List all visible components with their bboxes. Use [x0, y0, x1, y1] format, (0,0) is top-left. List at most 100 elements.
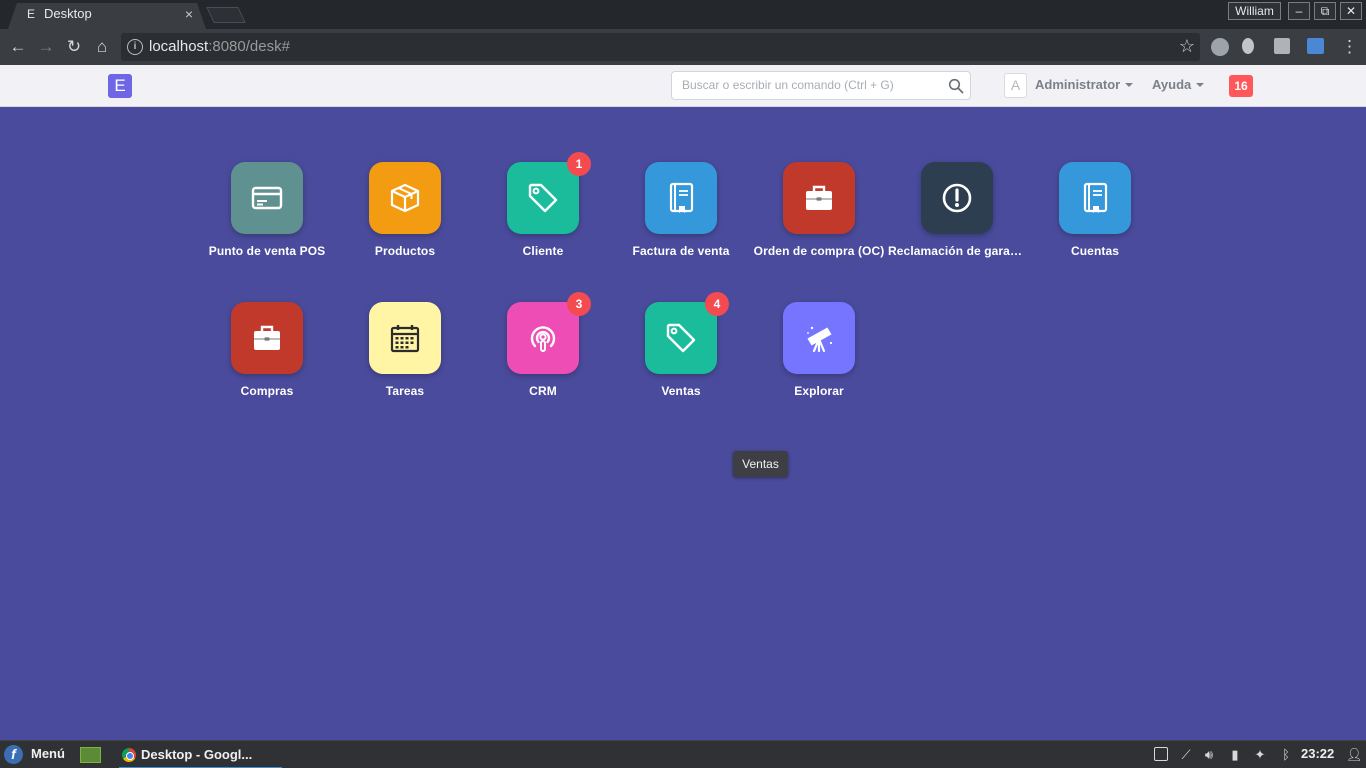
search-placeholder: Buscar o escribir un comando (Ctrl + G) — [682, 78, 894, 92]
chrome-icon — [122, 748, 136, 762]
extension-window-icon[interactable] — [1307, 38, 1324, 54]
credit-card-icon — [251, 186, 283, 210]
home-icon[interactable]: ⌂ — [92, 37, 112, 57]
reload-icon[interactable]: ↻ — [64, 37, 84, 57]
app-navbar: E Buscar o escribir un comando (Ctrl + G… — [0, 65, 1366, 107]
module-label[interactable]: Orden de compra (OC) — [750, 244, 888, 259]
address-bar[interactable]: i localhost:8080/desk# ☆ — [121, 33, 1200, 61]
module-label[interactable]: Compras — [198, 384, 336, 399]
window-close-button[interactable]: ✕ — [1340, 2, 1362, 20]
box-icon — [390, 183, 420, 213]
site-info-icon[interactable]: i — [127, 39, 143, 55]
book-icon — [669, 182, 694, 213]
desktop-module[interactable]: Explorar — [750, 302, 888, 412]
desktop-module[interactable]: 4 Ventas — [612, 292, 750, 412]
back-icon[interactable]: ← — [8, 37, 28, 57]
search-input[interactable]: Buscar o escribir un comando (Ctrl + G) — [671, 71, 971, 100]
taskbar-window-item[interactable]: Desktop - Googl... — [119, 742, 282, 768]
desktop-module[interactable]: Punto de venta POS — [198, 162, 336, 272]
module-icon-box[interactable] — [369, 162, 441, 234]
extension-ghost-icon[interactable] — [1242, 38, 1254, 54]
desktop-module[interactable]: Orden de compra (OC) — [750, 162, 888, 272]
avatar[interactable]: A — [1004, 73, 1027, 98]
chevron-down-icon — [1125, 83, 1134, 87]
module-label[interactable]: Tareas — [336, 384, 474, 399]
browser-menu-icon[interactable]: ⋮ — [1341, 37, 1358, 57]
tray-user-icon[interactable]: 👤︎ — [1346, 747, 1363, 763]
tab-close-icon[interactable]: × — [182, 6, 196, 22]
url-path: :8080/desk# — [208, 38, 290, 55]
tray-network-icon[interactable]: ⟋ — [1178, 747, 1194, 763]
module-label[interactable]: Cuentas — [1026, 244, 1164, 259]
module-label[interactable]: Punto de venta POS — [198, 244, 336, 259]
search-icon[interactable] — [948, 78, 964, 94]
user-menu-label: Administrator — [1035, 77, 1121, 92]
desktop-module[interactable]: Compras — [198, 302, 336, 412]
module-label[interactable]: Factura de venta — [612, 244, 750, 259]
desktop-module[interactable]: Cuentas — [1026, 162, 1164, 272]
notifications-badge[interactable]: 16 — [1229, 75, 1253, 97]
tray-bluetooth-icon[interactable]: ᛒ — [1278, 747, 1294, 763]
module-icon-box[interactable] — [1059, 162, 1131, 234]
tray-keyboard-icon[interactable] — [1154, 747, 1168, 761]
telescope-icon — [807, 326, 833, 353]
tray-battery-icon[interactable]: ▮ — [1227, 747, 1243, 763]
module-label[interactable]: Ventas — [612, 384, 750, 399]
module-icon-box[interactable] — [507, 302, 579, 374]
briefcase-icon — [806, 185, 832, 210]
module-label[interactable]: Explorar — [750, 384, 888, 399]
module-icon-box[interactable] — [921, 162, 993, 234]
module-icon-box[interactable] — [783, 162, 855, 234]
module-icon-box[interactable] — [783, 302, 855, 374]
taskbar-window-label: Desktop - Googl... — [141, 747, 253, 762]
tag-icon — [528, 183, 558, 213]
desktop-module[interactable]: Tareas — [336, 302, 474, 412]
briefcase-icon — [254, 325, 280, 350]
forward-icon[interactable]: → — [36, 37, 56, 57]
tab-favicon-icon: E — [26, 7, 35, 21]
fedora-logo-icon[interactable]: f — [4, 745, 23, 764]
module-icon-box[interactable] — [369, 302, 441, 374]
module-icon-box[interactable] — [507, 162, 579, 234]
browser-tab[interactable] — [8, 3, 206, 29]
calendar-icon — [390, 325, 420, 353]
brand-logo[interactable]: E — [108, 74, 132, 98]
module-icon-box[interactable] — [231, 302, 303, 374]
url-host: localhost — [149, 38, 209, 55]
show-desktop-icon[interactable] — [80, 747, 101, 763]
window-user-label[interactable]: William — [1228, 2, 1281, 20]
tag-icon — [666, 323, 696, 353]
window-restore-button[interactable]: ⧉ — [1314, 2, 1336, 20]
module-icon-box[interactable] — [645, 302, 717, 374]
address-url[interactable]: localhost:8080/desk# — [149, 38, 290, 56]
new-tab-button[interactable] — [206, 7, 246, 23]
module-label[interactable]: Cliente — [474, 244, 612, 259]
tray-volume-icon[interactable]: 🔊︎ — [1201, 747, 1217, 763]
desktop-module[interactable]: 3 CRM — [474, 292, 612, 412]
window-minimize-button[interactable]: – — [1288, 2, 1310, 20]
podcast-icon — [530, 326, 556, 352]
module-label[interactable]: Reclamación de garan... — [888, 244, 1026, 259]
extension-tools-icon[interactable] — [1274, 38, 1290, 54]
tray-dropbox-icon[interactable]: ✦ — [1252, 747, 1268, 763]
desktop-module[interactable]: Reclamación de garan... — [888, 162, 1026, 272]
os-taskbar: f Menú Desktop - Googl... ⟋ 🔊︎ ▮ ✦ ᛒ 23:… — [0, 740, 1366, 768]
module-icon-box[interactable] — [231, 162, 303, 234]
desktop-module[interactable]: Productos — [336, 162, 474, 272]
browser-titlebar: E Desktop × William – ⧉ ✕ — [0, 0, 1366, 29]
user-menu[interactable]: Administrator — [1035, 77, 1134, 93]
tab-title[interactable]: Desktop — [44, 6, 92, 22]
start-menu-button[interactable]: Menú — [31, 746, 65, 762]
bookmark-star-icon[interactable]: ☆ — [1177, 36, 1197, 56]
module-label[interactable]: CRM — [474, 384, 612, 399]
module-icon-box[interactable] — [645, 162, 717, 234]
desktop-module[interactable]: Factura de venta — [612, 162, 750, 272]
module-label[interactable]: Productos — [336, 244, 474, 259]
extension-fedora-icon[interactable] — [1211, 38, 1229, 56]
chevron-down-icon — [1196, 83, 1205, 87]
browser-toolbar: ← → ↻ ⌂ i localhost:8080/desk# ☆ ⋮ — [0, 29, 1366, 65]
desktop-module[interactable]: 1 Cliente — [474, 152, 612, 272]
help-menu-label: Ayuda — [1152, 77, 1192, 92]
help-menu[interactable]: Ayuda — [1152, 77, 1205, 93]
module-badge: 3 — [567, 292, 591, 316]
